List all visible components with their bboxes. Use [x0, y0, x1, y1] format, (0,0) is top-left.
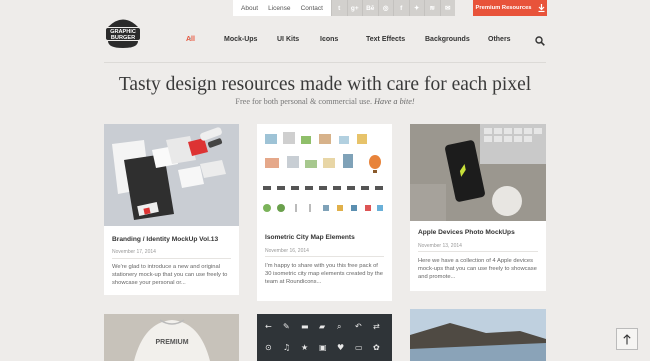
nav-item-mock-ups[interactable]: Mock-Ups: [224, 36, 257, 43]
svg-text:▬: ▬: [301, 322, 309, 331]
svg-text:←: ←: [265, 322, 272, 331]
post-card[interactable]: Isometric City Map Elements November 16,…: [257, 124, 392, 301]
card-excerpt: I'm happy to share with you this free pa…: [265, 263, 383, 286]
nav-divider: [104, 62, 546, 63]
svg-text:✎: ✎: [283, 322, 290, 331]
svg-text:⊙: ⊙: [265, 343, 272, 352]
apple-devices-image: [410, 124, 546, 221]
chevron-down-icon: ▼: [322, 36, 326, 41]
card-date: November 13, 2014: [418, 243, 462, 249]
google-plus-icon[interactable]: g+: [346, 0, 362, 16]
nav-item-text-effects[interactable]: Text Effects: [366, 36, 405, 43]
svg-text:↶: ↶: [354, 322, 362, 331]
branding-mockup-image: [104, 124, 239, 226]
card-divider: [418, 251, 538, 252]
card-date: November 17, 2014: [112, 249, 156, 255]
page-subline: Free for both personal & commercial use.…: [0, 97, 650, 106]
svg-text:⇄: ⇄: [373, 322, 380, 331]
post-card[interactable]: Branding / Identity MockUp Vol.13 Novemb…: [104, 124, 239, 295]
top-bar: About License Contact t g+ Bē ◎ f ✦ ≋ ✉ …: [0, 0, 650, 16]
svg-text:▭: ▭: [355, 343, 363, 352]
card-title[interactable]: Isometric City Map Elements: [265, 234, 355, 241]
card-excerpt: Here we have a collection of 4 Apple dev…: [418, 258, 537, 281]
svg-text:★: ★: [301, 343, 308, 352]
email-icon[interactable]: ✉: [439, 0, 455, 16]
premium-resources-label: Premium Resources: [475, 5, 532, 11]
rss-icon[interactable]: ≋: [424, 0, 440, 16]
isometric-city-image: [257, 124, 392, 221]
download-icon: [538, 4, 545, 12]
svg-text:⌕: ⌕: [337, 322, 341, 331]
svg-text:▰: ▰: [319, 322, 326, 331]
icon-set-image[interactable]: ← ✎ ▬ ▰ ⌕ ↶ ⇄ ⊙ ♫ ★ ▣ ♥ ▭ ✿: [257, 314, 392, 361]
arrow-up-icon: [623, 333, 631, 344]
behance-icon[interactable]: Bē: [362, 0, 378, 16]
card-divider: [112, 258, 231, 259]
search-icon[interactable]: [535, 36, 545, 46]
card-excerpt: We're glad to introduce a new and origin…: [112, 264, 228, 287]
social-icons: t g+ Bē ◎ f ✦ ≋ ✉: [331, 0, 455, 16]
svg-text:♥: ♥: [337, 343, 344, 352]
license-link[interactable]: License: [268, 5, 290, 12]
tumblr-icon[interactable]: t: [331, 0, 347, 16]
back-to-top-button[interactable]: [616, 328, 638, 350]
card-title[interactable]: Branding / Identity MockUp Vol.13: [112, 236, 218, 243]
page-headline: Tasty design resources made with care fo…: [118, 74, 532, 95]
svg-text:▣: ▣: [319, 343, 327, 352]
subline-emphasis: Have a bite!: [374, 97, 415, 106]
chevron-down-icon: ▼: [188, 36, 192, 41]
post-card[interactable]: Apple Devices Photo MockUps November 13,…: [410, 124, 546, 291]
nav-item-ui-kits[interactable]: UI Kits: [277, 36, 299, 43]
premium-resources-button[interactable]: Premium Resources: [473, 0, 547, 16]
contact-link[interactable]: Contact: [301, 5, 323, 12]
svg-text:✿: ✿: [373, 343, 380, 352]
facebook-icon[interactable]: f: [393, 0, 409, 16]
dribbble-icon[interactable]: ◎: [377, 0, 393, 16]
card-divider: [265, 256, 384, 257]
card-title[interactable]: Apple Devices Photo MockUps: [418, 229, 515, 236]
svg-text:BURGER: BURGER: [111, 35, 135, 41]
graphic-burger-logo[interactable]: GRAPHIC BURGER: [104, 14, 142, 50]
top-links: About License Contact: [233, 0, 331, 16]
card-date: November 16, 2014: [265, 248, 309, 254]
svg-text:♫: ♫: [283, 343, 290, 352]
landscape-image[interactable]: [410, 309, 546, 361]
nav-item-backgrounds[interactable]: Backgrounds: [425, 36, 470, 43]
svg-text:PREMIUM: PREMIUM: [155, 339, 188, 346]
subline-text: Free for both personal & commercial use.: [235, 97, 373, 106]
twitter-icon[interactable]: ✦: [408, 0, 424, 16]
about-link[interactable]: About: [241, 5, 258, 12]
tshirt-mockup-image[interactable]: PREMIUM: [104, 314, 239, 361]
nav-item-others[interactable]: Others: [488, 36, 511, 43]
